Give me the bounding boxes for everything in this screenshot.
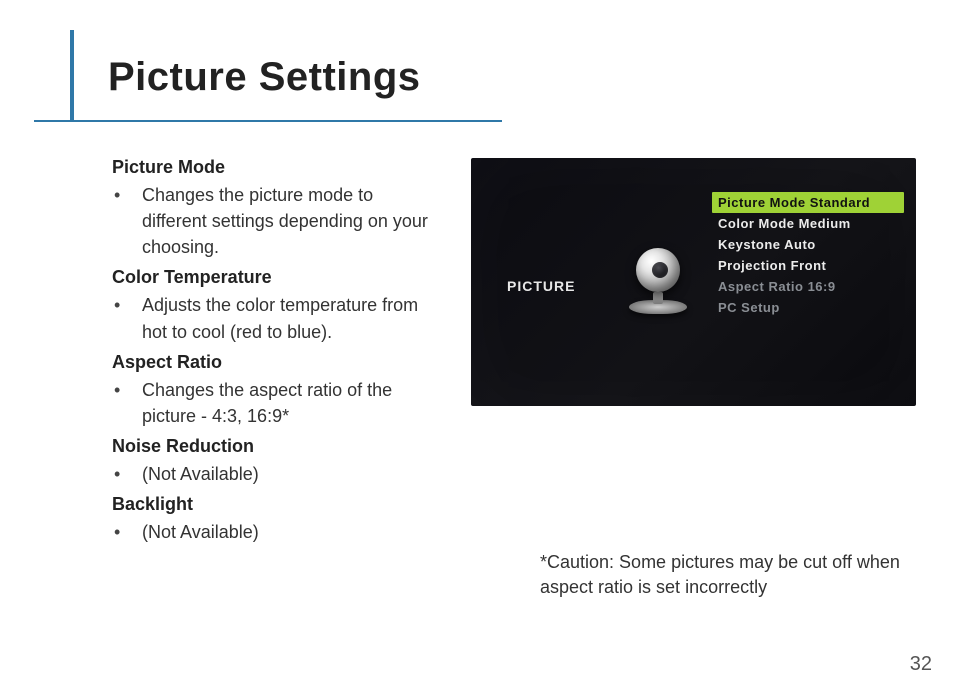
bullet-dot-icon: •: [112, 461, 142, 487]
heading-color-temperature: Color Temperature: [112, 264, 437, 290]
bullet-dot-icon: •: [112, 519, 142, 545]
bullet-dot-icon: •: [112, 377, 142, 403]
settings-descriptions: Picture Mode • Changes the picture mode …: [112, 150, 437, 545]
page-title: Picture Settings: [108, 55, 421, 100]
bullet-text: Changes the picture mode to different se…: [142, 182, 437, 260]
title-rule-horizontal-left: [34, 120, 72, 122]
osd-section-label: PICTURE: [507, 278, 575, 294]
osd-menu: Picture Mode Standard Color Mode Medium …: [712, 192, 904, 318]
bullet-row: • Adjusts the color temperature from hot…: [112, 292, 437, 344]
projector-icon: [623, 244, 693, 314]
osd-menu-item-projection: Projection Front: [712, 255, 904, 276]
aspect-ratio-caution: *Caution: Some pictures may be cut off w…: [540, 550, 900, 600]
page-number: 32: [910, 653, 932, 676]
bullet-text: Changes the aspect ratio of the picture …: [142, 377, 437, 429]
bullet-row: • (Not Available): [112, 461, 437, 487]
title-rule-vertical: [70, 30, 74, 122]
osd-menu-item-aspect-ratio: Aspect Ratio 16:9: [712, 276, 904, 297]
heading-noise-reduction: Noise Reduction: [112, 433, 437, 459]
bullet-row: • Changes the aspect ratio of the pictur…: [112, 377, 437, 429]
heading-aspect-ratio: Aspect Ratio: [112, 349, 437, 375]
osd-menu-item-color-mode: Color Mode Medium: [712, 213, 904, 234]
osd-menu-item-picture-mode: Picture Mode Standard: [712, 192, 904, 213]
bullet-text: (Not Available): [142, 519, 437, 545]
projector-osd-screenshot: PICTURE Picture Mode Standard Color Mode…: [471, 158, 916, 406]
osd-menu-item-pc-setup: PC Setup: [712, 297, 904, 318]
heading-backlight: Backlight: [112, 491, 437, 517]
heading-picture-mode: Picture Mode: [112, 154, 437, 180]
bullet-dot-icon: •: [112, 292, 142, 318]
osd-menu-item-keystone: Keystone Auto: [712, 234, 904, 255]
bullet-row: • Changes the picture mode to different …: [112, 182, 437, 260]
bullet-text: (Not Available): [142, 461, 437, 487]
bullet-text: Adjusts the color temperature from hot t…: [142, 292, 437, 344]
title-rule-horizontal-right: [72, 120, 502, 122]
bullet-dot-icon: •: [112, 182, 142, 208]
bullet-row: • (Not Available): [112, 519, 437, 545]
